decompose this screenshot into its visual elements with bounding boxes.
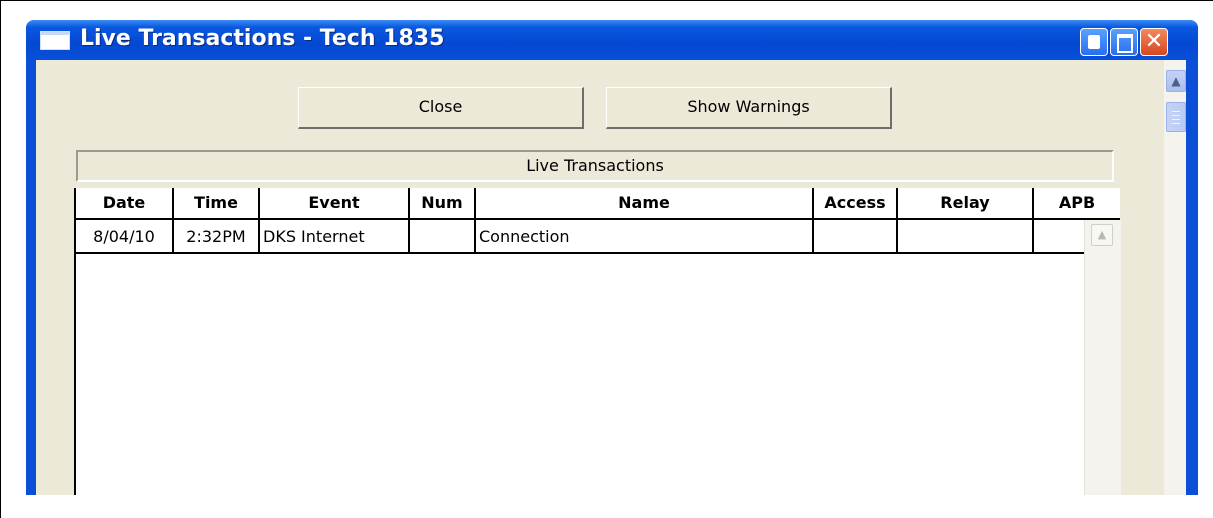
cell-relay	[898, 220, 1034, 252]
cell-date: 8/04/10	[76, 220, 174, 252]
cell-event: DKS Internet	[260, 220, 410, 252]
show-warnings-button[interactable]: Show Warnings	[606, 87, 892, 129]
maximize-button[interactable]	[1110, 28, 1138, 56]
grid-header: Date Time Event Num Name Access Relay AP…	[76, 188, 1120, 220]
cell-name: Connection	[476, 220, 814, 252]
cell-num	[410, 220, 476, 252]
maximize-icon	[1117, 34, 1133, 53]
chevron-up-icon[interactable]: ▲	[1166, 70, 1186, 92]
column-header-date[interactable]: Date	[76, 188, 174, 218]
cell-time: 2:32PM	[174, 220, 260, 252]
transactions-grid: Date Time Event Num Name Access Relay AP…	[74, 188, 1121, 495]
window-scrollbar[interactable]: ▲	[1164, 60, 1186, 495]
minimize-icon	[1088, 35, 1100, 49]
column-header-name[interactable]: Name	[476, 188, 814, 218]
minimize-button[interactable]	[1080, 28, 1108, 56]
column-header-time[interactable]: Time	[174, 188, 260, 218]
column-header-event[interactable]: Event	[260, 188, 410, 218]
client-area: Close Show Warnings Live Transactions Da…	[36, 60, 1186, 495]
grid-title: Live Transactions	[76, 150, 1114, 182]
close-button[interactable]: Close	[298, 87, 584, 129]
scroll-thumb[interactable]	[1166, 102, 1186, 132]
close-window-button[interactable]: ✕	[1140, 28, 1168, 56]
chevron-up-icon[interactable]: ▲	[1091, 224, 1113, 246]
window-icon	[40, 31, 70, 50]
column-header-relay[interactable]: Relay	[898, 188, 1034, 218]
column-header-access[interactable]: Access	[814, 188, 898, 218]
grid-scrollbar[interactable]: ▲	[1084, 220, 1121, 495]
column-header-num[interactable]: Num	[410, 188, 476, 218]
column-header-apb[interactable]: APB	[1034, 188, 1120, 218]
close-icon: ✕	[1144, 29, 1164, 54]
screenshot-frame-left	[0, 0, 1, 518]
window-title: Live Transactions - Tech 1835	[80, 26, 445, 51]
live-transactions-window: Live Transactions - Tech 1835 ✕ Close Sh…	[26, 20, 1198, 495]
screenshot-frame-top	[0, 0, 1213, 1]
table-row[interactable]: 8/04/10 2:32PM DKS Internet Connection	[76, 220, 1084, 254]
cell-apb	[1034, 220, 1084, 252]
cell-access	[814, 220, 898, 252]
title-bar[interactable]: Live Transactions - Tech 1835 ✕	[26, 20, 1198, 60]
